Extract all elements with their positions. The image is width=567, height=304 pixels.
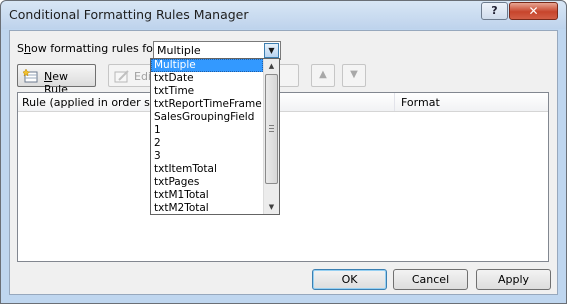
dialog-title: Conditional Formatting Rules Manager: [9, 7, 249, 22]
down-triangle-icon: ▼: [350, 69, 358, 80]
column-divider[interactable]: [394, 93, 395, 111]
edit-rule-button[interactable]: Edi: [108, 64, 156, 87]
edit-rule-icon: [114, 70, 129, 83]
ok-button[interactable]: OK: [312, 269, 387, 290]
grip-line: [269, 125, 274, 126]
dropdown-option[interactable]: 1: [151, 124, 263, 137]
chevron-down-icon[interactable]: ▼: [264, 43, 279, 58]
new-rule-icon: [23, 69, 38, 83]
close-button[interactable]: ✕: [509, 2, 558, 20]
rules-list[interactable]: Rule (applied in order show Format: [17, 92, 549, 262]
column-header-format[interactable]: Format: [401, 96, 440, 109]
move-down-button[interactable]: ▼: [342, 64, 366, 87]
dropdown-option[interactable]: txtM2Total: [151, 202, 263, 215]
move-up-button[interactable]: ▲: [311, 64, 335, 87]
dropdown-option[interactable]: 3: [151, 150, 263, 163]
scroll-down-icon[interactable]: ▼: [264, 200, 279, 214]
rules-toolbar: New Rule Edi ▲ ▼: [17, 64, 547, 96]
dropdown-options: Multiple txtDate txtTime txtReportTimeFr…: [151, 59, 263, 215]
dropdown-option[interactable]: txtTime: [151, 85, 263, 98]
dropdown-option[interactable]: txtPages: [151, 176, 263, 189]
grip-line: [269, 128, 274, 129]
dialog-window: Conditional Formatting Rules Manager ? ✕…: [0, 0, 567, 304]
help-button[interactable]: ?: [481, 2, 508, 20]
dropdown-option[interactable]: txtItemTotal: [151, 163, 263, 176]
dropdown-option[interactable]: SalesGroupingField: [151, 111, 263, 124]
dropdown-option[interactable]: 2: [151, 137, 263, 150]
dropdown-scrollbar[interactable]: ▲ ▼: [263, 59, 279, 214]
rules-list-header: Rule (applied in order show Format: [18, 93, 548, 112]
rules-for-dropdown-list[interactable]: Multiple txtDate txtTime txtReportTimeFr…: [150, 58, 280, 215]
dropdown-option[interactable]: txtM1Total: [151, 189, 263, 202]
show-rules-for-label: Show formatting rules for:: [17, 42, 161, 55]
combobox-value: Multiple: [157, 44, 201, 57]
title-bar[interactable]: Conditional Formatting Rules Manager ? ✕: [1, 1, 566, 29]
apply-button[interactable]: Apply: [476, 269, 551, 290]
edit-rule-label: Edi: [134, 70, 151, 83]
scrollbar-thumb[interactable]: [265, 74, 278, 184]
dropdown-option[interactable]: txtDate: [151, 72, 263, 85]
dropdown-option[interactable]: Multiple: [151, 59, 263, 72]
dialog-body: Show formatting rules for: Multiple ▼ Ne…: [9, 30, 558, 295]
new-rule-button[interactable]: New Rule: [17, 64, 96, 96]
scroll-up-icon[interactable]: ▲: [264, 59, 279, 73]
up-triangle-icon: ▲: [319, 69, 327, 80]
grip-line: [269, 131, 274, 132]
cancel-button[interactable]: Cancel: [393, 269, 468, 290]
dropdown-option[interactable]: txtReportTimeFrame: [151, 98, 263, 111]
